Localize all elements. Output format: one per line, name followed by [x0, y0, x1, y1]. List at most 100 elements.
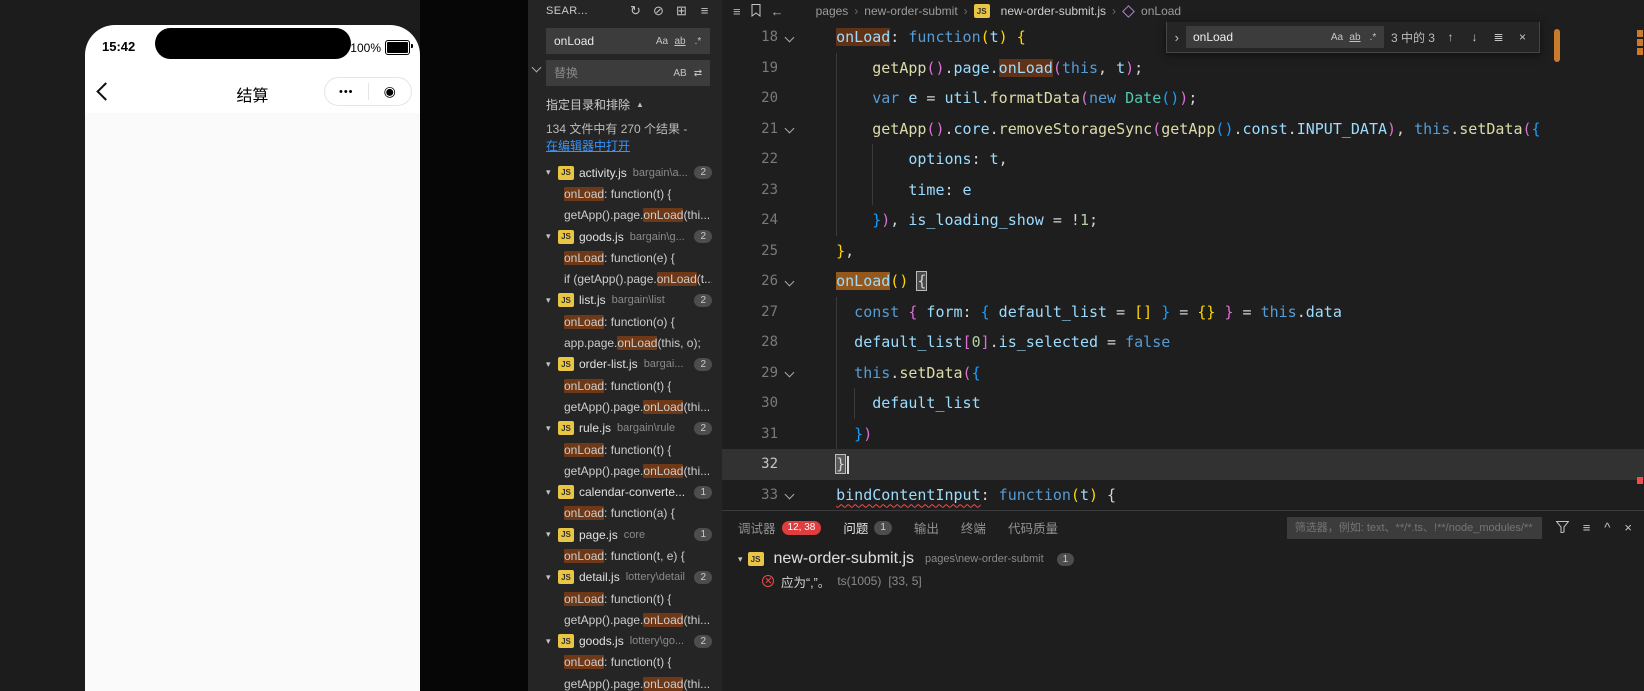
filter-icon[interactable]	[1555, 520, 1570, 535]
search-result-file[interactable]: ▾ JS list.js bargain\list 2	[528, 290, 722, 311]
line-number[interactable]: 30	[722, 388, 778, 419]
collapse-all-icon[interactable]: ≡	[697, 3, 712, 19]
line-number[interactable]: 20	[722, 83, 778, 114]
open-in-editor-link[interactable]: 在编辑器中打开	[546, 139, 630, 153]
search-result-match[interactable]: getApp().page.onLoad(thi...	[528, 460, 722, 481]
code-line[interactable]: 21 getApp().core.removeStorageSync(getApp…	[722, 113, 1644, 145]
search-result-file[interactable]: ▾ JS rule.js bargain\rule 2	[528, 418, 722, 439]
line-number[interactable]: 18	[722, 22, 778, 53]
twisty-icon[interactable]: ▾	[546, 423, 558, 434]
search-result-match[interactable]: onLoad: function(t) {	[528, 652, 722, 673]
breadcrumb-pages[interactable]: pages	[816, 4, 849, 18]
code-line[interactable]: 23 time: e	[722, 174, 1644, 206]
toggle-replace-icon[interactable]	[531, 60, 542, 74]
fold-chevron-icon[interactable]	[784, 123, 794, 134]
search-result-file[interactable]: ▾ JS goods.js bargain\g... 2	[528, 226, 722, 247]
replace-input[interactable]	[552, 65, 672, 81]
breadcrumb-symbol[interactable]: onLoad	[1141, 4, 1181, 18]
clear-results-icon[interactable]: ⊘	[651, 3, 666, 19]
problems-file-row[interactable]: ▾ JS new-order-submit.js pages\new-order…	[722, 548, 1644, 570]
search-result-match[interactable]: getApp().page.onLoad(thi...	[528, 609, 722, 630]
search-result-match[interactable]: onLoad: function(t, e) {	[528, 545, 722, 566]
search-result-match[interactable]: onLoad: function(t) {	[528, 375, 722, 396]
twisty-icon[interactable]: ▾	[546, 167, 558, 178]
code-line[interactable]: 32}	[722, 449, 1644, 480]
whole-word-icon[interactable]: ab	[672, 32, 688, 50]
replace-all-icon[interactable]: ⇄	[690, 64, 706, 82]
whole-word-icon[interactable]: ab	[1347, 28, 1363, 46]
capsule-menu[interactable]: ••• ◉	[324, 77, 412, 106]
search-result-match[interactable]: onLoad: function(e) {	[528, 247, 722, 268]
search-result-match[interactable]: onLoad: function(t) {	[528, 183, 722, 204]
close-icon[interactable]: ×	[1514, 30, 1531, 44]
line-number[interactable]: 26	[722, 266, 778, 297]
twisty-icon[interactable]: ▾	[546, 529, 558, 540]
search-details-toggle[interactable]: 指定目录和排除 ▲	[546, 96, 722, 113]
code-line[interactable]: 25},	[722, 236, 1644, 267]
close-panel-icon[interactable]: ×	[1624, 521, 1632, 534]
twisty-icon[interactable]: ▾	[546, 231, 558, 242]
problems-filter-input[interactable]	[1292, 520, 1536, 535]
collapse-all-icon[interactable]: ≡	[1583, 521, 1591, 534]
preserve-case-icon[interactable]: AB	[672, 64, 688, 82]
search-result-match[interactable]: app.page.onLoad(this, o);	[528, 332, 722, 353]
code-line[interactable]: 24}), is_loading_show = !1;	[722, 205, 1644, 236]
line-number[interactable]: 32	[722, 449, 778, 480]
twisty-icon[interactable]: ▾	[546, 487, 558, 498]
search-result-file[interactable]: ▾ JS calendar-converte... 1	[528, 481, 722, 502]
line-number[interactable]: 29	[722, 358, 778, 389]
overview-ruler[interactable]	[1636, 22, 1644, 510]
bookmark-icon[interactable]	[751, 3, 761, 19]
problem-row[interactable]: 应为“,”。 ts(1005) [33, 5]	[722, 570, 1644, 592]
twisty-icon[interactable]: ▾	[546, 572, 558, 583]
line-number[interactable]: 33	[722, 480, 778, 511]
code-line[interactable]: 26 onLoad() {	[722, 266, 1644, 297]
fold-chevron-icon[interactable]	[784, 32, 794, 43]
search-result-file[interactable]: ▾ JS order-list.js bargai... 2	[528, 354, 722, 375]
maximize-panel-icon[interactable]: ^	[1604, 521, 1610, 534]
line-number[interactable]: 24	[722, 205, 778, 236]
search-result-match[interactable]: getApp().page.onLoad(thi...	[528, 673, 722, 691]
refresh-icon[interactable]: ↻	[628, 3, 643, 19]
panel-tab-output[interactable]: 输出	[914, 518, 939, 537]
search-result-match[interactable]: getApp().page.onLoad(thi...	[528, 396, 722, 417]
more-icon[interactable]: •••	[325, 86, 368, 98]
search-result-match[interactable]: if (getApp().page.onLoad(t...	[528, 268, 722, 289]
code-line[interactable]: 29 this.setData({	[722, 357, 1644, 389]
search-result-file[interactable]: ▾ JS goods.js lottery\go... 2	[528, 631, 722, 652]
panel-tab-debugger[interactable]: 调试器 12, 38	[738, 518, 822, 537]
match-case-icon[interactable]: Aa	[654, 32, 670, 50]
panel-tab-problems[interactable]: 问题 1	[843, 518, 892, 537]
previous-match-icon[interactable]: ↑	[1442, 30, 1459, 44]
line-number[interactable]: 23	[722, 175, 778, 206]
code-line[interactable]: 20 var e = util.formatData(new Date());	[722, 83, 1644, 114]
back-arrow-icon[interactable]: ←	[771, 5, 784, 18]
regex-icon[interactable]: .*	[690, 32, 706, 50]
fold-chevron-icon[interactable]	[784, 276, 794, 287]
twisty-icon[interactable]: ▾	[546, 636, 558, 647]
new-search-editor-icon[interactable]: ⊞	[674, 3, 689, 19]
line-number[interactable]: 21	[722, 114, 778, 145]
find-input[interactable]	[1190, 29, 1329, 45]
line-number[interactable]: 25	[722, 236, 778, 267]
breadcrumb-folder[interactable]: new-order-submit	[864, 4, 957, 18]
fold-chevron-icon[interactable]	[784, 489, 794, 500]
code-line[interactable]: 28 default_list[0].is_selected = false	[722, 327, 1644, 358]
search-result-file[interactable]: ▾ JS page.js core 1	[528, 524, 722, 545]
regex-icon[interactable]: .*	[1365, 28, 1381, 46]
twisty-icon[interactable]: ▾	[738, 554, 743, 565]
line-number[interactable]: 27	[722, 297, 778, 328]
search-result-match[interactable]: getApp().page.onLoad(thi...	[528, 205, 722, 226]
twisty-icon[interactable]: ▾	[546, 359, 558, 370]
search-result-match[interactable]: onLoad: function(o) {	[528, 311, 722, 332]
match-case-icon[interactable]: Aa	[1329, 28, 1345, 46]
fold-chevron-icon[interactable]	[784, 367, 794, 378]
twisty-icon[interactable]: ▾	[546, 295, 558, 306]
search-result-match[interactable]: onLoad: function(a) {	[528, 503, 722, 524]
code-line[interactable]: 27 const { form: { default_list = [] } = …	[722, 296, 1644, 328]
search-result-file[interactable]: ▾ JS activity.js bargain\a... 2	[528, 162, 722, 183]
search-result-file[interactable]: ▾ JS detail.js lottery\detail 2	[528, 567, 722, 588]
code-line[interactable]: 22 options: t,	[722, 144, 1644, 175]
panel-tab-code-quality[interactable]: 代码质量	[1008, 518, 1058, 537]
code-line[interactable]: 19 getApp().page.onLoad(this, t);	[722, 52, 1644, 83]
